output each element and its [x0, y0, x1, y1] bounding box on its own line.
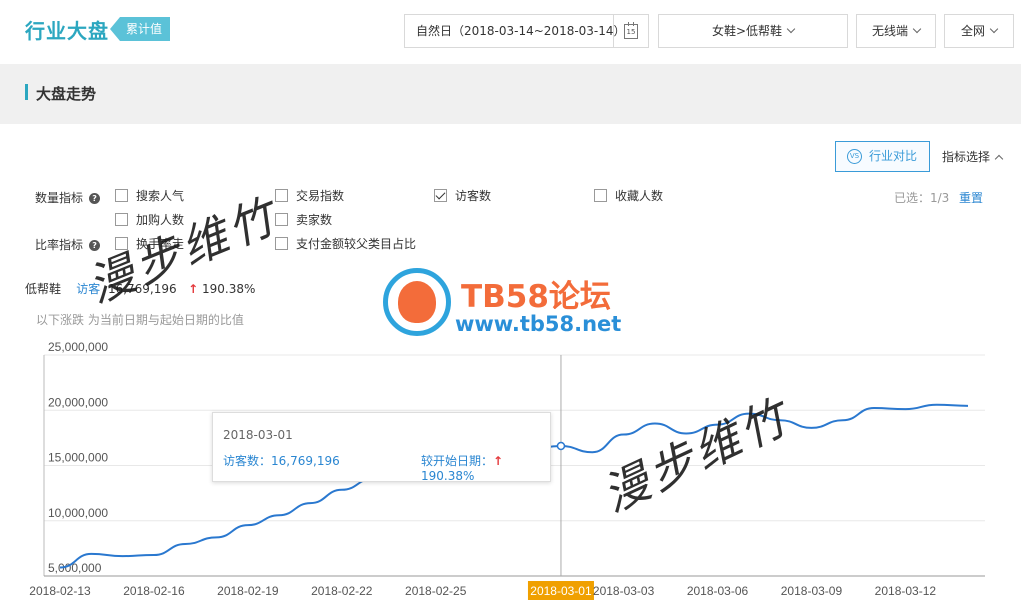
vs-icon: VS [847, 149, 862, 164]
metric-select-toggle[interactable]: 指标选择 [942, 148, 1004, 165]
tooltip-compare: 较开始日期：↑ 190.38% [421, 452, 550, 483]
checkbox-visitors[interactable]: 访客数 [434, 189, 491, 203]
checkbox-search-popularity[interactable]: 搜索人气 [115, 189, 184, 203]
checkbox-box[interactable] [275, 189, 288, 202]
reset-link[interactable]: 重置 [959, 189, 983, 206]
category-text: 女鞋>低帮鞋 [711, 24, 783, 38]
page-title: 行业大盘 [25, 19, 109, 43]
x-tick-label: 2018-02-19 [217, 584, 279, 598]
y-tick-label: 20,000,000 [48, 395, 108, 409]
device-dropdown[interactable]: 无线端 [856, 14, 936, 48]
metric-select-label: 指标选择 [942, 150, 991, 164]
checkbox-label: 访客数 [455, 189, 492, 203]
checkbox-label: 支付金额较父类目占比 [296, 237, 417, 251]
y-tick-label: 5,000,000 [48, 561, 102, 575]
section-title: 大盘走势 [36, 85, 97, 103]
chart-tooltip: 2018-03-01 访客数：16,769,196 较开始日期：↑ 190.38… [212, 412, 551, 483]
summary-change: 190.38% [202, 282, 256, 296]
tooltip-value: 访客数：16,769,196 [223, 452, 340, 469]
x-tick-label: 2018-02-16 [123, 584, 185, 598]
tooltip-compare-value: 190.38% [421, 469, 475, 483]
cumulative-badge: 累计值 [109, 17, 171, 41]
y-tick-label: 10,000,000 [48, 506, 108, 520]
date-range-picker[interactable]: 自然日（2018-03-14~2018-03-14） 15 [404, 14, 649, 48]
industry-compare-button[interactable]: VS 行业对比 [835, 141, 930, 172]
checkbox-box-checked[interactable] [434, 189, 447, 202]
tooltip-compare-label: 较开始日期： [421, 454, 494, 468]
network-text: 全网 [960, 24, 985, 38]
section-accent-bar [25, 84, 28, 100]
checkbox-sellers[interactable]: 卖家数 [275, 213, 332, 227]
section-header: 大盘走势 [0, 64, 1021, 124]
y-tick-label: 15,000,000 [48, 451, 108, 465]
checkbox-favorites[interactable]: 收藏人数 [594, 189, 663, 203]
x-tick-label: 2018-03-09 [781, 584, 843, 598]
x-tick-label: 2018-03-12 [875, 584, 937, 598]
x-tick-label: 2018-03-03 [593, 584, 655, 598]
up-arrow-icon: ↑ [493, 454, 504, 468]
tooltip-date: 2018-03-01 [223, 428, 293, 442]
chevron-down-icon [786, 24, 796, 34]
x-tick-label-highlight: 2018-03-01 [530, 584, 592, 598]
y-tick-label: 25,000,000 [48, 340, 108, 354]
watermark-logo [383, 268, 451, 336]
summary-category: 低帮鞋 [25, 282, 62, 296]
checkbox-label: 卖家数 [296, 213, 333, 227]
device-text: 无线端 [871, 24, 908, 38]
x-tick-label: 2018-02-13 [29, 584, 91, 598]
date-range-text: 自然日（2018-03-14~2018-03-14） [416, 24, 626, 38]
x-tick-label: 2018-03-06 [687, 584, 749, 598]
checkbox-box[interactable] [115, 189, 128, 202]
date-divider [613, 15, 614, 47]
help-icon[interactable]: ? [89, 193, 101, 204]
selected-count: 已选：1/3 [894, 191, 950, 205]
checkbox-box[interactable] [115, 213, 128, 226]
checkbox-trade-index[interactable]: 交易指数 [275, 189, 344, 203]
quantity-metrics-text: 数量指标 [35, 191, 84, 205]
checkbox-label: 搜索人气 [136, 189, 185, 203]
summary-note: 以下涨跌 为当前日期与起始日期的比值 [36, 313, 244, 327]
rate-metrics-text: 比率指标 [35, 238, 84, 252]
checkbox-label: 收藏人数 [615, 189, 664, 203]
quantity-metrics-label: 数量指标? [35, 189, 101, 206]
checkbox-label: 交易指数 [296, 189, 345, 203]
watermark-url: www.tb58.net [455, 312, 622, 336]
header: 行业大盘 累计值 自然日（2018-03-14~2018-03-14） 15 女… [0, 0, 1021, 64]
calendar-day: 15 [626, 28, 636, 36]
industry-compare-label: 行业对比 [869, 149, 918, 163]
tooltip-value-label: 访客数： [223, 454, 272, 468]
chevron-up-icon [994, 154, 1004, 164]
x-tick-label: 2018-02-25 [405, 584, 467, 598]
data-point-highlight [556, 441, 566, 451]
category-dropdown[interactable]: 女鞋>低帮鞋 [658, 14, 848, 48]
calendar-icon[interactable]: 15 [624, 22, 638, 39]
chevron-down-icon [912, 24, 922, 34]
tooltip-value-number: 16,769,196 [271, 454, 340, 468]
up-arrow-icon: ↑ [188, 282, 199, 296]
watermark-title: TB58论坛 [461, 279, 611, 315]
checkbox-box[interactable] [594, 189, 607, 202]
checkbox-payment-share[interactable]: 支付金额较父类目占比 [275, 237, 416, 251]
chevron-down-icon [989, 24, 999, 34]
x-tick-label: 2018-02-22 [311, 584, 373, 598]
network-dropdown[interactable]: 全网 [944, 14, 1014, 48]
